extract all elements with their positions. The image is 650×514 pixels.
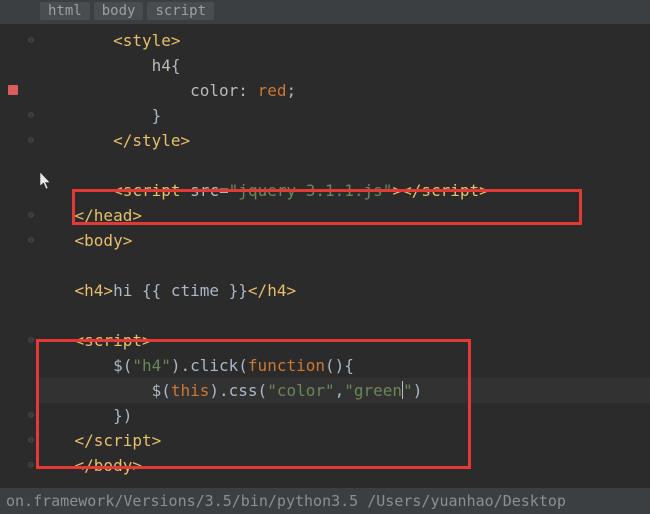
status-text: on.framework/Versions/3.5/bin/python3.5 …: [6, 492, 566, 510]
code-line[interactable]: }): [36, 403, 650, 428]
fold-marker-icon[interactable]: ⊖: [28, 328, 34, 353]
breadcrumb-item[interactable]: script: [147, 2, 214, 20]
code-line[interactable]: <style>: [36, 28, 650, 53]
fold-marker-icon[interactable]: ⊖: [28, 128, 34, 153]
breadcrumb[interactable]: html body script: [0, 0, 650, 24]
code-line[interactable]: </head>: [36, 203, 650, 228]
code-line[interactable]: [36, 303, 650, 328]
breadcrumb-item[interactable]: html: [40, 2, 90, 20]
code-area[interactable]: <style> h4{ color: red; } </style> <scri…: [36, 24, 650, 478]
code-editor[interactable]: ⊖⊖⊖⊖⊖⊖⊖⊖⊖ <style> h4{ color: red; } </st…: [0, 24, 650, 478]
fold-marker-icon[interactable]: ⊖: [28, 403, 34, 428]
fold-marker-icon[interactable]: ⊖: [28, 203, 34, 228]
fold-marker-icon[interactable]: ⊖: [28, 28, 34, 53]
code-line[interactable]: </script>: [36, 428, 650, 453]
code-line[interactable]: <body>: [36, 228, 650, 253]
code-line[interactable]: $(this).css("color","green"): [36, 378, 650, 403]
code-line[interactable]: [36, 153, 650, 178]
code-line[interactable]: <script>: [36, 328, 650, 353]
code-line[interactable]: h4{: [36, 53, 650, 78]
fold-marker-icon[interactable]: ⊖: [28, 103, 34, 128]
gutter: ⊖⊖⊖⊖⊖⊖⊖⊖⊖: [0, 24, 36, 478]
code-line[interactable]: <h4>hi {{ ctime }}</h4>: [36, 278, 650, 303]
code-line[interactable]: color: red;: [36, 78, 650, 103]
code-line[interactable]: $("h4").click(function(){: [36, 353, 650, 378]
fold-marker-icon[interactable]: ⊖: [28, 428, 34, 453]
fold-marker-icon[interactable]: ⊖: [28, 228, 34, 253]
breakpoint-marker[interactable]: [8, 85, 18, 95]
code-line[interactable]: }: [36, 103, 650, 128]
fold-marker-icon[interactable]: ⊖: [28, 453, 34, 478]
status-bar: on.framework/Versions/3.5/bin/python3.5 …: [0, 488, 650, 514]
code-line[interactable]: <script src="jquery-3.1.1.js"></script>: [36, 178, 650, 203]
code-line[interactable]: </body>: [36, 453, 650, 478]
code-line[interactable]: </style>: [36, 128, 650, 153]
breadcrumb-item[interactable]: body: [94, 2, 144, 20]
code-line[interactable]: [36, 253, 650, 278]
